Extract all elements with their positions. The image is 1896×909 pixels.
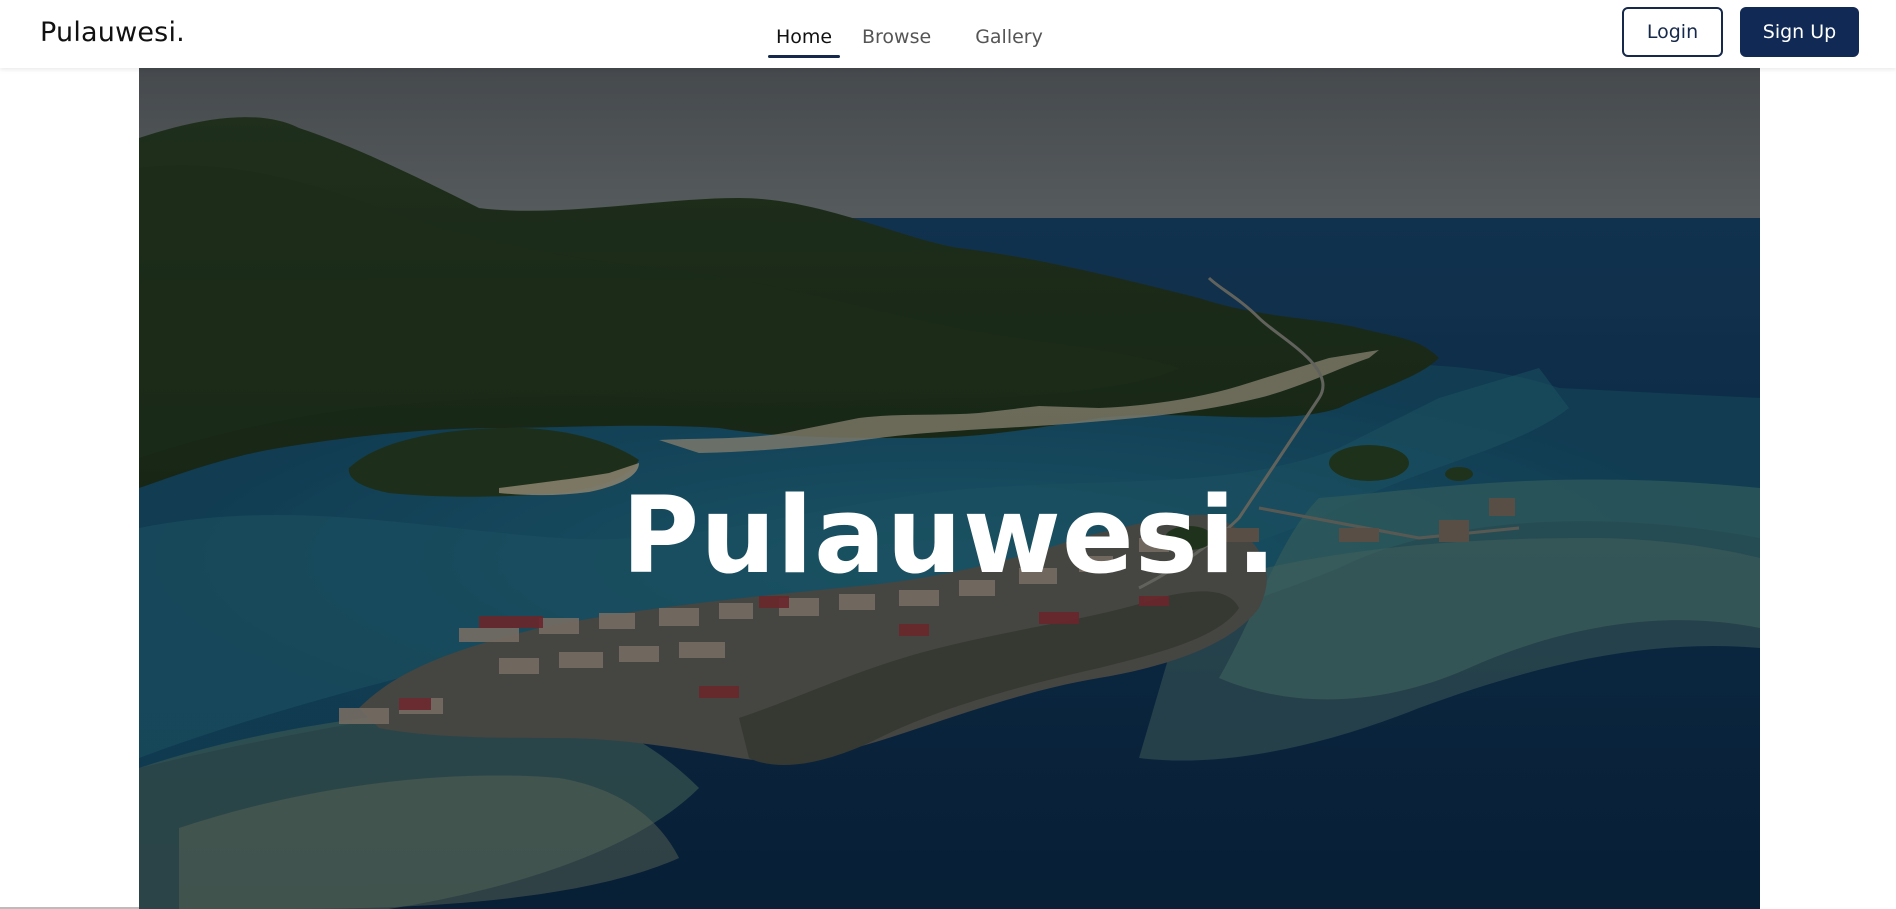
top-navbar: Pulauwesi. Home Browse Gallery Login Sig…: [0, 0, 1896, 68]
main-nav: Home Browse Gallery: [768, 22, 1043, 58]
nav-link-browse[interactable]: Browse: [862, 22, 931, 58]
nav-link-gallery[interactable]: Gallery: [975, 22, 1043, 58]
brand-logo[interactable]: Pulauwesi.: [40, 17, 185, 48]
hero-title: Pulauwesi.: [621, 474, 1278, 597]
login-button[interactable]: Login: [1622, 7, 1723, 57]
nav-link-home[interactable]: Home: [768, 22, 840, 58]
hero-banner: Pulauwesi.: [139, 68, 1760, 909]
sign-up-button[interactable]: Sign Up: [1740, 7, 1859, 57]
